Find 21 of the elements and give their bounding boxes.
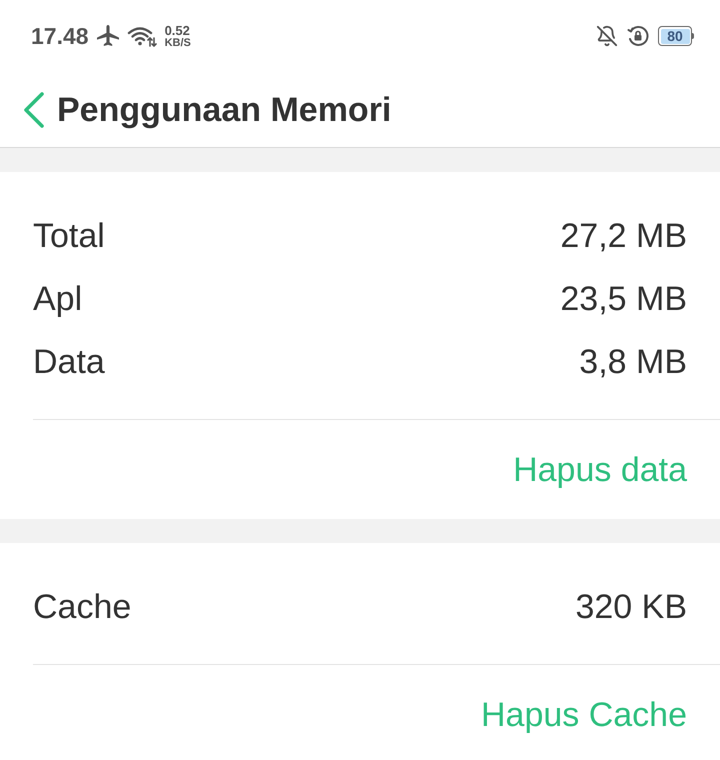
row-label: Data [33, 344, 105, 378]
airplane-icon [96, 25, 119, 47]
row-value: 3,8 MB [579, 344, 687, 378]
back-button[interactable] [23, 92, 45, 128]
status-time: 17.48 [31, 24, 89, 48]
clear-button[interactable]: Hapus Cache [480, 690, 687, 740]
row-value: 23,5 MB [560, 282, 687, 316]
speed-unit: KB/S [164, 36, 191, 48]
row-label: Total [33, 218, 105, 252]
row-value: 320 KB [575, 590, 687, 624]
wifi-icon [126, 25, 157, 47]
bell-off-icon [596, 25, 618, 47]
battery-level: 80 [667, 29, 683, 43]
rotation-lock-icon [627, 25, 649, 47]
row-value: 27,2 MB [560, 218, 687, 252]
page-title: Penggunaan Memori [57, 92, 392, 126]
row-label: Cache [33, 590, 132, 624]
row-label: Apl [33, 282, 82, 316]
clear-button[interactable]: Hapus data [513, 444, 687, 494]
speed-value: 0.52 [164, 24, 191, 36]
back-icon [23, 92, 45, 128]
